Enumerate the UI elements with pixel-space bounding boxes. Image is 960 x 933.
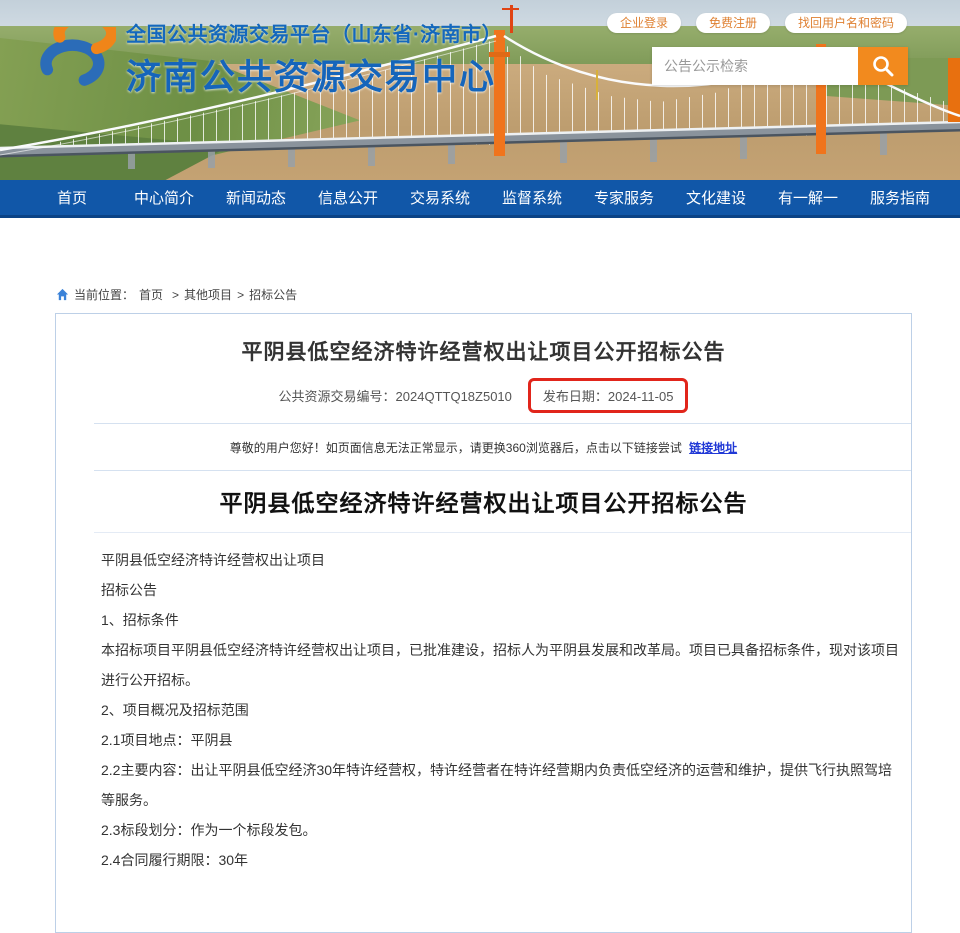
publish-date-label: 发布日期： [543,389,608,404]
site-title: 济南公共资源交易中心 [126,49,502,100]
register-button[interactable]: 免费注册 [696,13,770,33]
nav-item-center-intro[interactable]: 中心简介 [118,187,210,208]
breadcrumb-separator: > [237,288,244,302]
alternate-link[interactable]: 链接地址 [689,441,737,455]
body-paragraph: 2.1项目地点：平阴县 [101,725,899,755]
nav-item-home[interactable]: 首页 [26,187,118,208]
main-nav: 首页 中心简介 新闻动态 信息公开 交易系统 监督系统 专家服务 文化建设 有一… [0,180,960,218]
nav-item-culture[interactable]: 文化建设 [670,187,762,208]
breadcrumb: 当前位置： 首页 > 其他项目 > 招标公告 [56,286,960,303]
announcement-heading: 平阴县低空经济特许经营权出让项目公开招标公告 [56,471,911,532]
article-head: 平阴县低空经济特许经营权出让项目公开招标公告 公共资源交易编号：2024QTTQ… [56,314,911,423]
nav-item-news[interactable]: 新闻动态 [210,187,302,208]
breadcrumb-other-projects[interactable]: 其他项目 [184,286,232,303]
browser-notice-text: 尊敬的用户您好！如页面信息无法正常显示，请更换360浏览器后，点击以下链接尝试 [230,441,682,455]
body-paragraph: 平阴县低空经济特许经营权出让项目 [101,545,899,575]
search-button[interactable] [858,47,908,85]
nav-item-service-guide[interactable]: 服务指南 [854,187,946,208]
publish-date-highlight-box: 发布日期：2024-11-05 [528,378,689,413]
nav-item-youyijieyi[interactable]: 有一解一 [762,187,854,208]
page-title: 平阴县低空经济特许经营权出让项目公开招标公告 [56,336,911,366]
nav-item-expert-service[interactable]: 专家服务 [578,187,670,208]
publish-date-value: 2024-11-05 [608,389,674,404]
nav-item-trading-system[interactable]: 交易系统 [394,187,486,208]
nav-item-info-disclosure[interactable]: 信息公开 [302,187,394,208]
trade-number-value: 2024QTTQ18Z5010 [396,389,512,404]
site-logo-icon [28,27,116,91]
body-paragraph: 2.4合同履行期限：30年 [101,845,899,875]
body-paragraph: 2、项目概况及招标范围 [101,695,899,725]
header-banner: 全国公共资源交易平台（山东省·济南市） 济南公共资源交易中心 企业登录 免费注册… [0,0,960,180]
account-links: 企业登录 免费注册 找回用户名和密码 [607,13,907,33]
body-paragraph: 2.3标段划分：作为一个标段发包。 [101,815,899,845]
search-icon [871,54,895,78]
body-paragraph: 2.2主要内容：出让平阴县低空经济30年特许经营权，特许经营者在特许经营期内负责… [101,755,899,815]
breadcrumb-home[interactable]: 首页 [139,286,163,303]
site-brand: 全国公共资源交易平台（山东省·济南市） 济南公共资源交易中心 [28,18,502,100]
platform-title: 全国公共资源交易平台（山东省·济南市） [126,18,502,47]
browser-notice: 尊敬的用户您好！如页面信息无法正常显示，请更换360浏览器后，点击以下链接尝试 … [56,424,911,470]
login-button[interactable]: 企业登录 [607,13,681,33]
home-icon [56,288,69,301]
recover-account-button[interactable]: 找回用户名和密码 [785,13,907,33]
announcement-search [652,47,908,85]
search-input[interactable] [652,47,858,85]
breadcrumb-separator: > [172,288,179,302]
body-paragraph: 本招标项目平阴县低空经济特许经营权出让项目，已批准建设，招标人为平阴县发展和改革… [101,635,899,695]
breadcrumb-label: 当前位置： [74,286,134,303]
article-meta: 公共资源交易编号：2024QTTQ18Z5010 发布日期：2024-11-05 [56,378,911,423]
body-paragraph: 1、招标条件 [101,605,899,635]
announcement-body: 平阴县低空经济特许经营权出让项目 招标公告 1、招标条件 本招标项目平阴县低空经… [56,533,911,915]
announcement-panel: 平阴县低空经济特许经营权出让项目公开招标公告 公共资源交易编号：2024QTTQ… [55,313,912,933]
body-paragraph: 招标公告 [101,575,899,605]
nav-item-supervision-system[interactable]: 监督系统 [486,187,578,208]
trade-number: 公共资源交易编号：2024QTTQ18Z5010 [279,386,512,405]
trade-number-label: 公共资源交易编号： [279,389,396,404]
breadcrumb-tender-notice[interactable]: 招标公告 [249,286,297,303]
